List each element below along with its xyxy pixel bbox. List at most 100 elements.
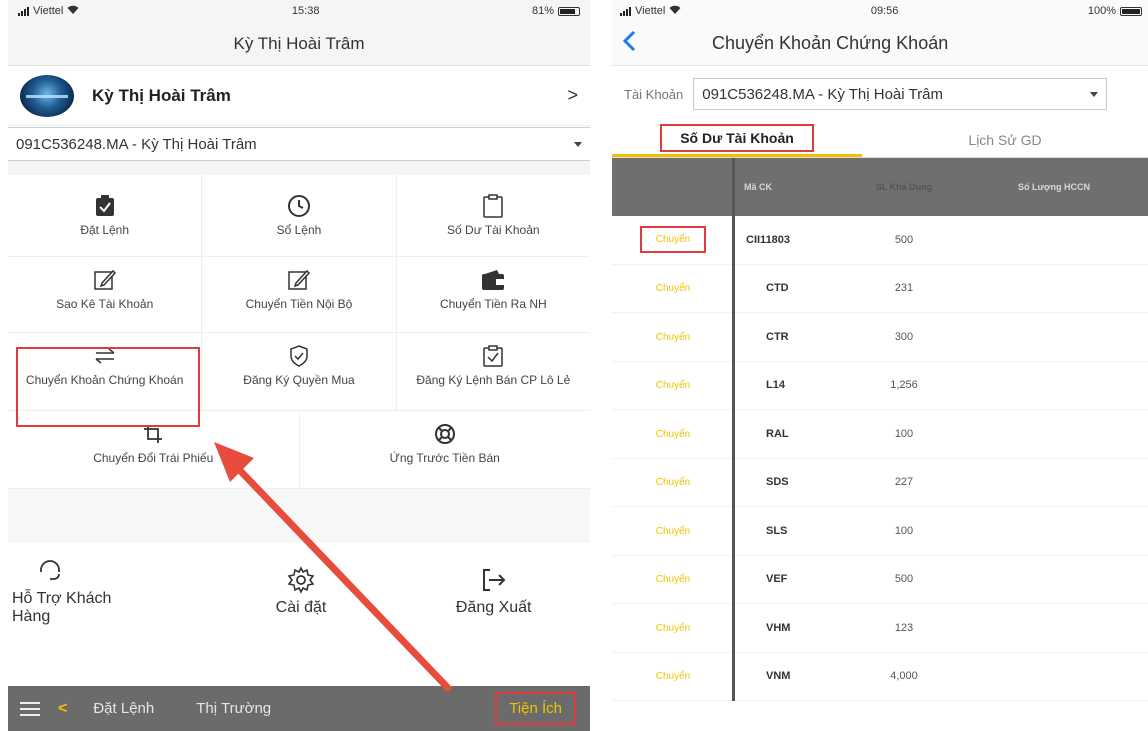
avatar (20, 74, 74, 117)
transfer-cell: Chuyển (612, 428, 734, 440)
transfer-cell: Chuyển (612, 282, 734, 294)
menu-internal-transfer[interactable]: Chuyển Tiền Nội Bộ (202, 257, 397, 333)
stock-code: SDS (766, 476, 789, 489)
clipboard-check-icon (483, 343, 504, 369)
status-bar: Viettel 09:56 100% (612, 0, 1148, 22)
transfer-cell: Chuyển (612, 622, 734, 634)
status-bar: Viettel 15:38 81% (8, 0, 590, 22)
chevron-right-icon: > (567, 85, 578, 105)
menu-label: Đăng Ký Quyền Mua (243, 373, 355, 387)
available-qty: 231 (894, 282, 914, 295)
menu-account-statement[interactable]: Sao Kê Tài Khoản (8, 257, 203, 333)
transfer-button[interactable]: Chuyển (656, 429, 690, 440)
menu-label: Chuyển Tiền Nội Bộ (245, 297, 353, 311)
stock-code: VNM (766, 670, 791, 683)
highlight-securities-transfer (16, 347, 200, 427)
transfer-cell: Chuyển (612, 670, 734, 682)
stock-code: RAL (766, 427, 789, 440)
header-available-qty: SL Khả Dụng (875, 182, 933, 192)
signal-icon (620, 6, 631, 16)
transfer-button[interactable]: Chuyển (656, 477, 690, 488)
tab-market[interactable]: Thị Trường (196, 700, 271, 717)
shield-check-icon (289, 343, 309, 369)
page-title: Chuyển Khoản Chứng Khoán (712, 33, 949, 53)
battery-icon (558, 6, 580, 16)
transfer-button[interactable]: Chuyển (656, 332, 690, 343)
support-button[interactable]: Hỗ Trợ Khách Hàng (8, 556, 205, 626)
holdings-table: Mã CK SL Khả Dụng Số Lượng HCCN Chuyển CI… (612, 158, 1148, 701)
transfer-button[interactable]: Chuyển (656, 623, 690, 634)
transfer-button[interactable]: Chuyển (656, 526, 690, 537)
menu-odd-lot-sell[interactable]: Đăng Ký Lệnh Bán CP Lô Lẻ (396, 333, 590, 411)
status-time: 15:38 (291, 5, 320, 17)
chevron-down-icon (1090, 91, 1099, 97)
menu-advance-payment[interactable]: Ứng Trước Tiền Bán (299, 411, 590, 489)
lifebuoy-icon (434, 421, 456, 447)
support-label: Hỗ Trợ Khách Hàng (12, 590, 112, 625)
table-row: Chuyển CTR 300 (612, 313, 1148, 362)
transfer-button[interactable]: Chuyển (656, 574, 690, 585)
menu-label: Đăng Ký Lệnh Bán CP Lô Lẻ (416, 373, 571, 387)
clock-icon (287, 193, 311, 219)
tab-label: Lịch Sử GD (968, 131, 1042, 148)
menu-register-purchase-right[interactable]: Đăng Ký Quyền Mua (202, 333, 397, 411)
stock-code: CTD (766, 282, 789, 295)
table-row: Chuyển RAL 100 (612, 410, 1148, 459)
tab-utilities[interactable]: Tiện Ích (495, 692, 576, 725)
carrier-name: Viettel (635, 5, 666, 17)
menu-order-book[interactable]: Sổ Lệnh (202, 175, 397, 257)
tab-transaction-history[interactable]: Lịch Sử GD (862, 122, 1148, 157)
back-chevron-icon[interactable] (622, 28, 712, 59)
right-phone-screen: Viettel 09:56 100% Chuyển Khoản Chứng Kh… (612, 0, 1148, 731)
table-row: Chuyển SDS 227 (612, 459, 1148, 507)
settings-button[interactable]: Cài đặt (205, 565, 398, 617)
menu-account-balance[interactable]: Số Dư Tài Khoản (396, 175, 590, 257)
account-select-value: 091C536248.MA - Kỳ Thị Hoài Trâm (16, 135, 257, 153)
available-qty: 123 (894, 621, 914, 634)
wallet-icon (481, 267, 505, 293)
transfer-cell: Chuyển (612, 525, 734, 537)
wifi-icon (67, 5, 79, 17)
clipboard-check-icon (95, 193, 115, 219)
profile-name: Kỳ Thị Hoài Trâm (92, 85, 231, 105)
transfer-cell: Chuyển (612, 226, 734, 254)
menu-label: Đặt Lệnh (80, 223, 130, 237)
profile-row[interactable]: Kỳ Thị Hoài Trâm > (8, 66, 590, 126)
table-header: Mã CK SL Khả Dụng Số Lượng HCCN (612, 158, 1148, 216)
header-bar: Chuyển Khoản Chứng Khoán (612, 22, 1148, 66)
tab-place-order[interactable]: Đặt Lệnh (93, 700, 154, 717)
signal-icon (18, 6, 29, 16)
transfer-cell: Chuyển (612, 331, 734, 343)
transfer-cell: Chuyển (612, 573, 734, 585)
tab-strip: Số Dư Tài Khoản Lịch Sử GD (612, 122, 1148, 158)
stock-code: SLS (766, 524, 788, 537)
transfer-cell: Chuyển (612, 379, 734, 391)
back-arrow-icon[interactable]: < (58, 700, 67, 718)
edit-icon (93, 267, 117, 293)
available-qty: 4,000 (890, 670, 918, 683)
menu-place-order[interactable]: Đặt Lệnh (8, 175, 203, 257)
account-select[interactable]: 091C536248.MA - Kỳ Thị Hoài Trâm (693, 78, 1108, 110)
edit-icon (287, 267, 311, 293)
menu-bank-transfer[interactable]: Chuyển Tiền Ra NH (396, 257, 590, 333)
bottom-tab-bar: < Đặt Lệnh Thị Trường Tiện Ích (8, 686, 590, 731)
logout-label: Đăng Xuất (455, 599, 532, 616)
tab-account-balance[interactable]: Số Dư Tài Khoản (612, 122, 862, 157)
transfer-button[interactable]: Chuyển (656, 380, 690, 391)
transfer-button[interactable]: Chuyển (656, 671, 690, 682)
transfer-button[interactable]: Chuyển (656, 283, 690, 294)
transfer-button[interactable]: Chuyển (639, 226, 707, 254)
available-qty: 300 (894, 330, 914, 343)
left-phone-screen: Viettel 15:38 81% Kỳ Thị Hoài Trâm Kỳ Th… (8, 0, 590, 731)
available-qty: 100 (894, 524, 914, 537)
battery-percent: 81% (531, 5, 554, 17)
table-body: Chuyển CII11803 500 Chuyển CTD 231 Chuyển CTR 30… (612, 216, 1148, 701)
logout-button[interactable]: Đăng Xuất (397, 565, 590, 617)
table-row: Chuyển VHM 123 (612, 604, 1148, 653)
hamburger-menu-icon[interactable] (20, 698, 40, 720)
account-select-value: 091C536248.MA - Kỳ Thị Hoài Trâm (702, 85, 943, 103)
account-select[interactable]: 091C536248.MA - Kỳ Thị Hoài Trâm (8, 127, 590, 161)
spacer (8, 489, 590, 543)
menu-label: Sổ Lệnh (276, 223, 322, 237)
header-code: Mã CK (744, 182, 773, 192)
